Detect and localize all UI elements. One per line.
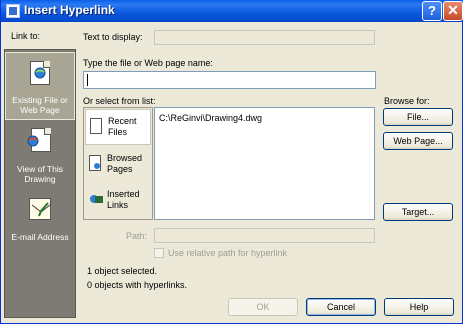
browse-for-label: Browse for: xyxy=(384,96,430,106)
browse-file-button[interactable]: File... xyxy=(383,108,453,126)
link-to-email-address-label: E-mail Address xyxy=(11,232,69,242)
link-to-view-of-drawing[interactable]: View of This Drawing xyxy=(5,122,75,190)
link-to-email-address[interactable]: E-mail Address xyxy=(5,190,75,258)
link-to-heading: Link to: xyxy=(11,31,41,41)
link-to-existing-file-label: Existing File or Web Page xyxy=(12,95,68,115)
file-list-item[interactable]: C:\ReGinvi\Drawing4.dwg xyxy=(159,113,262,123)
inserted-links-icon xyxy=(89,193,103,205)
places-browsed-pages-label: Browsed Pages xyxy=(107,153,143,174)
places-recent-files-label: Recent Files xyxy=(108,116,137,137)
browse-web-page-button[interactable]: Web Page... xyxy=(383,132,453,150)
close-button[interactable]: ✕ xyxy=(443,1,463,21)
text-to-display-input[interactable] xyxy=(154,30,375,45)
view-drawing-icon xyxy=(27,128,51,152)
link-to-existing-file[interactable]: Existing File or Web Page xyxy=(5,52,75,120)
cancel-button[interactable]: Cancel xyxy=(306,298,376,316)
recent-files-icon xyxy=(90,118,102,134)
link-to-view-of-drawing-label: View of This Drawing xyxy=(17,164,63,184)
text-to-display-label: Text to display: xyxy=(83,32,143,42)
email-icon xyxy=(29,198,51,220)
help-title-button[interactable]: ? xyxy=(422,1,442,21)
title-bar: Insert Hyperlink ? ✕ xyxy=(1,0,463,22)
places-browsed-pages[interactable]: Browsed Pages xyxy=(85,147,151,183)
places-inserted-links-label: Inserted Links xyxy=(107,189,140,210)
app-icon xyxy=(6,4,20,18)
help-button[interactable]: Help xyxy=(384,298,454,316)
browsed-pages-icon xyxy=(89,155,101,171)
file-name-label: Type the file or Web page name: xyxy=(83,58,213,68)
path-input xyxy=(154,228,375,243)
relative-path-checkbox[interactable] xyxy=(154,248,164,258)
relative-path-label: Use relative path for hyperlink xyxy=(168,248,288,258)
places-recent-files[interactable]: Recent Files xyxy=(85,109,151,145)
look-in-panel: Recent Files Browsed Pages Inserted Link… xyxy=(83,107,153,220)
file-name-input[interactable] xyxy=(83,71,376,89)
file-list[interactable]: C:\ReGinvi\Drawing4.dwg xyxy=(154,107,375,220)
text-cursor xyxy=(87,74,88,86)
link-to-panel: Existing File or Web Page View of This D… xyxy=(4,49,76,318)
select-from-list-label: Or select from list: xyxy=(83,96,156,106)
window-title: Insert Hyperlink xyxy=(24,3,115,17)
objects-selected-status: 1 object selected. xyxy=(87,266,158,276)
objects-with-hyperlinks-status: 0 objects with hyperlinks. xyxy=(87,280,188,290)
insert-hyperlink-dialog: Insert Hyperlink ? ✕ Link to: Existing F… xyxy=(0,0,463,324)
ok-button[interactable]: OK xyxy=(228,298,298,316)
target-button[interactable]: Target... xyxy=(383,203,453,221)
places-inserted-links[interactable]: Inserted Links xyxy=(85,183,151,219)
document-globe-icon xyxy=(30,61,50,85)
path-label: Path: xyxy=(126,231,148,241)
